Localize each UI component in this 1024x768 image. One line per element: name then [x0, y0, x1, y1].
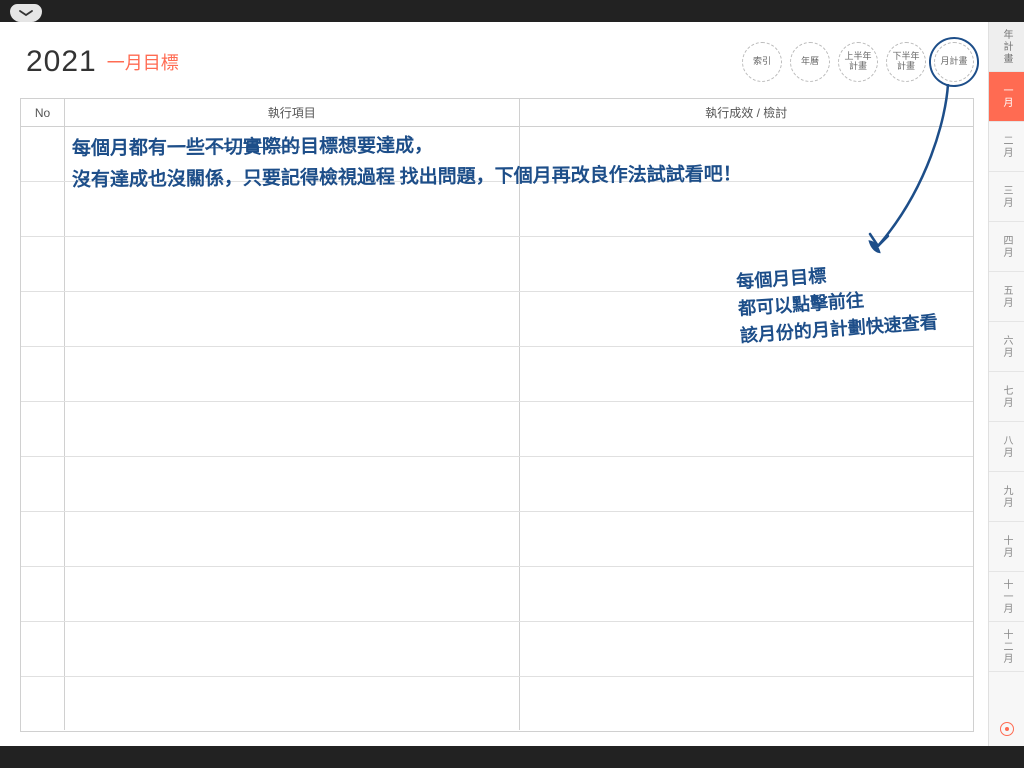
- handwriting-line-1: 每個月都有一些不切實際的目標想要達成，: [72, 132, 433, 164]
- nav-pill-year-calendar[interactable]: 年曆: [790, 42, 830, 82]
- hw-strike: 不切實際的: [205, 137, 300, 159]
- rail-month-7[interactable]: 七月: [989, 372, 1024, 422]
- page-header: 2021 一月目標 索引 年曆 上半年 計畫 下半年 計畫 月計畫: [26, 40, 974, 84]
- app-topbar: [0, 0, 1024, 22]
- hw-note-line: 都可以點擊前往: [738, 290, 865, 319]
- rail-month-10[interactable]: 十月: [989, 522, 1024, 572]
- rail-month-4[interactable]: 四月: [989, 222, 1024, 272]
- target-dot-icon: [1000, 722, 1014, 736]
- rail-month-5[interactable]: 五月: [989, 272, 1024, 322]
- col-header-no: No: [21, 99, 65, 126]
- year-title: 2021: [26, 45, 97, 79]
- rail-month-1[interactable]: 一月: [989, 72, 1024, 122]
- table-row[interactable]: [21, 567, 973, 622]
- pill-line: 計畫: [849, 62, 867, 72]
- table-row[interactable]: [21, 512, 973, 567]
- nav-pill-second-half-plan[interactable]: 下半年 計畫: [886, 42, 926, 82]
- handwriting-note: 每個月目標 都可以點擊前往 該月份的月計劃快速查看: [735, 255, 938, 350]
- table-body: [21, 127, 973, 731]
- table-header-row: No 執行項目 執行成效 / 檢討: [21, 99, 973, 127]
- hw-note-line: 每個月目標: [736, 266, 827, 292]
- nav-pill-group: 索引 年曆 上半年 計畫 下半年 計畫 月計畫: [742, 42, 974, 82]
- hw-text: 目標想要達成，: [300, 135, 433, 157]
- page: 2021 一月目標 索引 年曆 上半年 計畫 下半年 計畫 月計畫 No 執行項…: [0, 22, 1024, 746]
- pull-down-tab[interactable]: [10, 4, 42, 22]
- rail-month-2[interactable]: 二月: [989, 122, 1024, 172]
- month-rail: 年計畫 一月 二月 三月 四月 五月 六月 七月 八月 九月 十月 十一月 十二…: [988, 22, 1024, 746]
- col-header-result: 執行成效 / 檢討: [520, 99, 974, 126]
- app-bottombar: [0, 746, 1024, 768]
- rail-head-year-plan[interactable]: 年計畫: [989, 22, 1024, 72]
- content-area: 2021 一月目標 索引 年曆 上半年 計畫 下半年 計畫 月計畫 No 執行項…: [0, 22, 988, 746]
- rail-month-8[interactable]: 八月: [989, 422, 1024, 472]
- table-row[interactable]: [21, 347, 973, 402]
- table-row[interactable]: [21, 457, 973, 512]
- rail-month-11[interactable]: 十一月: [989, 572, 1024, 622]
- handwriting-line-2: 沒有達成也沒關係，只要記得檢視過程 找出問題，下個月再改良作法試試看吧！: [72, 161, 742, 195]
- rail-today-cell[interactable]: [989, 672, 1024, 746]
- hw-text: 每個月都有一些: [72, 137, 205, 159]
- table-row[interactable]: [21, 622, 973, 677]
- col-header-item: 執行項目: [65, 99, 520, 126]
- nav-pill-month-plan[interactable]: 月計畫: [934, 42, 974, 82]
- rail-month-6[interactable]: 六月: [989, 322, 1024, 372]
- pill-line: 計畫: [897, 62, 915, 72]
- month-goal-subtitle: 一月目標: [107, 49, 179, 75]
- rail-month-9[interactable]: 九月: [989, 472, 1024, 522]
- nav-pill-first-half-plan[interactable]: 上半年 計畫: [838, 42, 878, 82]
- chevron-down-icon: [18, 8, 34, 18]
- nav-pill-index[interactable]: 索引: [742, 42, 782, 82]
- rail-month-3[interactable]: 三月: [989, 172, 1024, 222]
- rail-month-12[interactable]: 十二月: [989, 622, 1024, 672]
- table-row[interactable]: [21, 677, 973, 730]
- table-row[interactable]: [21, 402, 973, 457]
